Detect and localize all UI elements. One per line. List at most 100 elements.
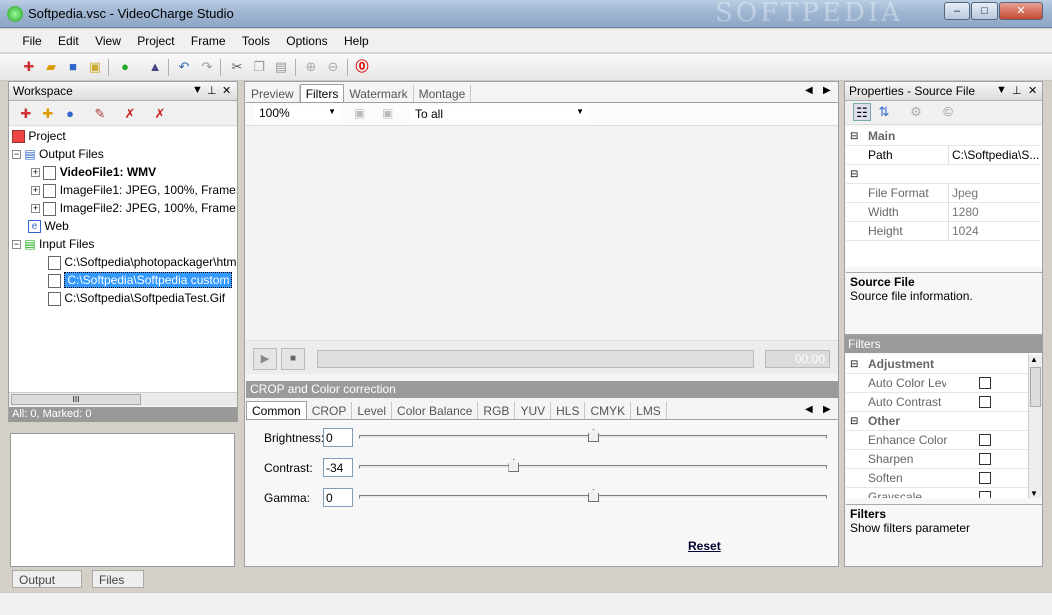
dropdown-icon[interactable]: ▼ <box>996 84 1007 96</box>
corr-tab-right-icon[interactable]: ▶ <box>823 404 831 415</box>
filter-grayscale[interactable]: Grayscale <box>846 488 1028 498</box>
close-icon[interactable]: ✕ <box>222 84 231 97</box>
redo-icon[interactable]: ↷ <box>198 58 216 76</box>
close-button[interactable]: ✕ <box>999 2 1043 20</box>
pin-icon[interactable]: ⊥ <box>1012 84 1022 97</box>
capture-icon[interactable]: ▣ <box>382 106 393 120</box>
tab-files[interactable]: Files <box>92 570 144 588</box>
menu-view[interactable]: View <box>88 29 127 48</box>
tree-input-1[interactable]: C:\Softpedia\photopackager\html <box>48 253 237 271</box>
add-web-icon[interactable]: ● <box>61 105 79 123</box>
prop-path[interactable]: Path C:\Softpedia\S... <box>846 146 1041 165</box>
menu-file[interactable]: File <box>15 29 47 48</box>
gamma-slider-thumb[interactable] <box>588 489 599 502</box>
tab-rgb[interactable]: RGB <box>478 402 516 420</box>
contrast-slider-thumb[interactable] <box>508 459 520 472</box>
tab-filters[interactable]: Filters <box>299 84 345 103</box>
tab-montage[interactable]: Montage <box>414 85 472 103</box>
remove-icon[interactable]: ⊖ <box>324 58 342 76</box>
wizard-icon[interactable]: ▲ <box>146 58 164 76</box>
new-project-icon[interactable]: ✚ <box>20 58 38 76</box>
grayscale-checkbox[interactable] <box>979 491 991 498</box>
tab-watermark[interactable]: Watermark <box>344 85 414 103</box>
paste-icon[interactable]: ▤ <box>272 58 290 76</box>
sharpen-checkbox[interactable] <box>979 453 991 465</box>
menu-project[interactable]: Project <box>130 29 180 48</box>
tab-preview[interactable]: Preview <box>246 85 300 103</box>
scroll-thumb[interactable] <box>1030 367 1041 407</box>
tree-input-3[interactable]: C:\Softpedia\SoftpediaTest.Gif <box>48 289 225 307</box>
filters-scrollbar[interactable]: ▲ ▼ <box>1028 355 1042 498</box>
auto-contrast-checkbox[interactable] <box>979 396 991 408</box>
tree-image-file-2[interactable]: + ImageFile2: JPEG, 100%, Frame: 0 <box>31 199 237 217</box>
add-icon[interactable]: ⊕ <box>302 58 320 76</box>
filter-enhance-color[interactable]: Enhance Color <box>846 431 1028 450</box>
brightness-input[interactable]: 0 <box>323 428 353 447</box>
tab-common[interactable]: Common <box>246 401 307 420</box>
save-icon[interactable]: ■ <box>64 58 82 76</box>
tab-level[interactable]: Level <box>352 402 393 420</box>
add-folder-icon[interactable]: ✚ <box>39 105 57 123</box>
tree-video-file[interactable]: + VideoFile1: WMV <box>31 163 156 181</box>
tree-output-files[interactable]: − ▤ Output Files <box>12 145 104 163</box>
copy-icon[interactable]: ❐ <box>250 58 268 76</box>
tab-scroll-right-icon[interactable]: ▶ <box>823 85 831 96</box>
tree-project[interactable]: Project <box>12 127 66 145</box>
stop-icon[interactable]: ⓪ <box>353 58 371 76</box>
category-other[interactable]: ⊟ Other <box>846 412 1028 431</box>
tree-input-2[interactable]: C:\Softpedia\Softpedia custom <box>48 271 233 289</box>
category-collapsed[interactable]: ⊟ <box>846 165 1041 184</box>
apply-to-select[interactable]: To all ▼ <box>410 105 588 123</box>
pin-icon[interactable]: ⊥ <box>207 84 217 97</box>
contrast-slider[interactable] <box>359 465 827 469</box>
cut-icon[interactable]: ✂ <box>228 58 246 76</box>
scroll-up-icon[interactable]: ▲ <box>1030 355 1038 364</box>
save-all-icon[interactable]: ▣ <box>86 58 104 76</box>
tab-hls[interactable]: HLS <box>551 402 586 420</box>
tree-input-files[interactable]: − ▤ Input Files <box>12 235 94 253</box>
menu-tools[interactable]: Tools <box>235 29 276 48</box>
open-folder-icon[interactable]: ▰ <box>42 58 60 76</box>
scroll-thumb[interactable]: III <box>11 394 141 405</box>
stop-playback-icon[interactable]: ■ <box>281 348 305 370</box>
tab-cmyk[interactable]: CMYK <box>585 402 632 420</box>
close-icon[interactable]: ✕ <box>1028 84 1037 97</box>
contrast-input[interactable]: -34 <box>323 458 353 477</box>
scroll-down-icon[interactable]: ▼ <box>1030 489 1038 498</box>
remove-item-icon[interactable]: ✗ <box>121 105 139 123</box>
run-icon[interactable]: ● <box>116 58 134 76</box>
tab-output[interactable]: Output <box>12 570 82 588</box>
maximize-button[interactable]: □ <box>971 2 998 20</box>
menu-options[interactable]: Options <box>279 29 333 48</box>
tree-web[interactable]: e Web <box>28 217 69 235</box>
play-icon[interactable]: ▶ <box>253 348 277 370</box>
menu-frame[interactable]: Frame <box>184 29 232 48</box>
categorized-icon[interactable]: ☷ <box>853 103 871 121</box>
dropdown-icon[interactable]: ▼ <box>192 84 203 96</box>
reset-link[interactable]: Reset <box>688 539 721 553</box>
seek-bar[interactable] <box>317 350 754 368</box>
tree-horizontal-scrollbar[interactable]: III <box>9 392 237 406</box>
auto-color-checkbox[interactable] <box>979 377 991 389</box>
remove-all-icon[interactable]: ✗ <box>151 105 169 123</box>
tab-scroll-left-icon[interactable]: ◀ <box>805 85 813 96</box>
export-frame-icon[interactable]: ▣ <box>354 106 365 120</box>
filter-auto-contrast[interactable]: Auto Contrast <box>846 393 1028 412</box>
filter-auto-color-level[interactable]: Auto Color Level <box>846 374 1028 393</box>
menu-help[interactable]: Help <box>337 29 375 48</box>
add-output-icon[interactable]: ✚ <box>17 105 35 123</box>
filter-sharpen[interactable]: Sharpen <box>846 450 1028 469</box>
edit-icon[interactable]: ✎ <box>91 105 109 123</box>
gamma-input[interactable]: 0 <box>323 488 353 507</box>
brightness-slider-thumb[interactable] <box>588 429 599 442</box>
minimize-button[interactable]: – <box>944 2 970 20</box>
zoom-select[interactable]: 100% ▼ <box>254 105 340 123</box>
enhance-color-checkbox[interactable] <box>979 434 991 446</box>
property-pages-icon[interactable]: ⚙ <box>907 103 925 121</box>
copyright-icon[interactable]: © <box>939 103 957 121</box>
soften-checkbox[interactable] <box>979 472 991 484</box>
sort-az-icon[interactable]: ⇅ <box>875 103 893 121</box>
category-adjustment[interactable]: ⊟ Adjustment <box>846 355 1028 374</box>
filter-soften[interactable]: Soften <box>846 469 1028 488</box>
undo-icon[interactable]: ↶ <box>175 58 193 76</box>
